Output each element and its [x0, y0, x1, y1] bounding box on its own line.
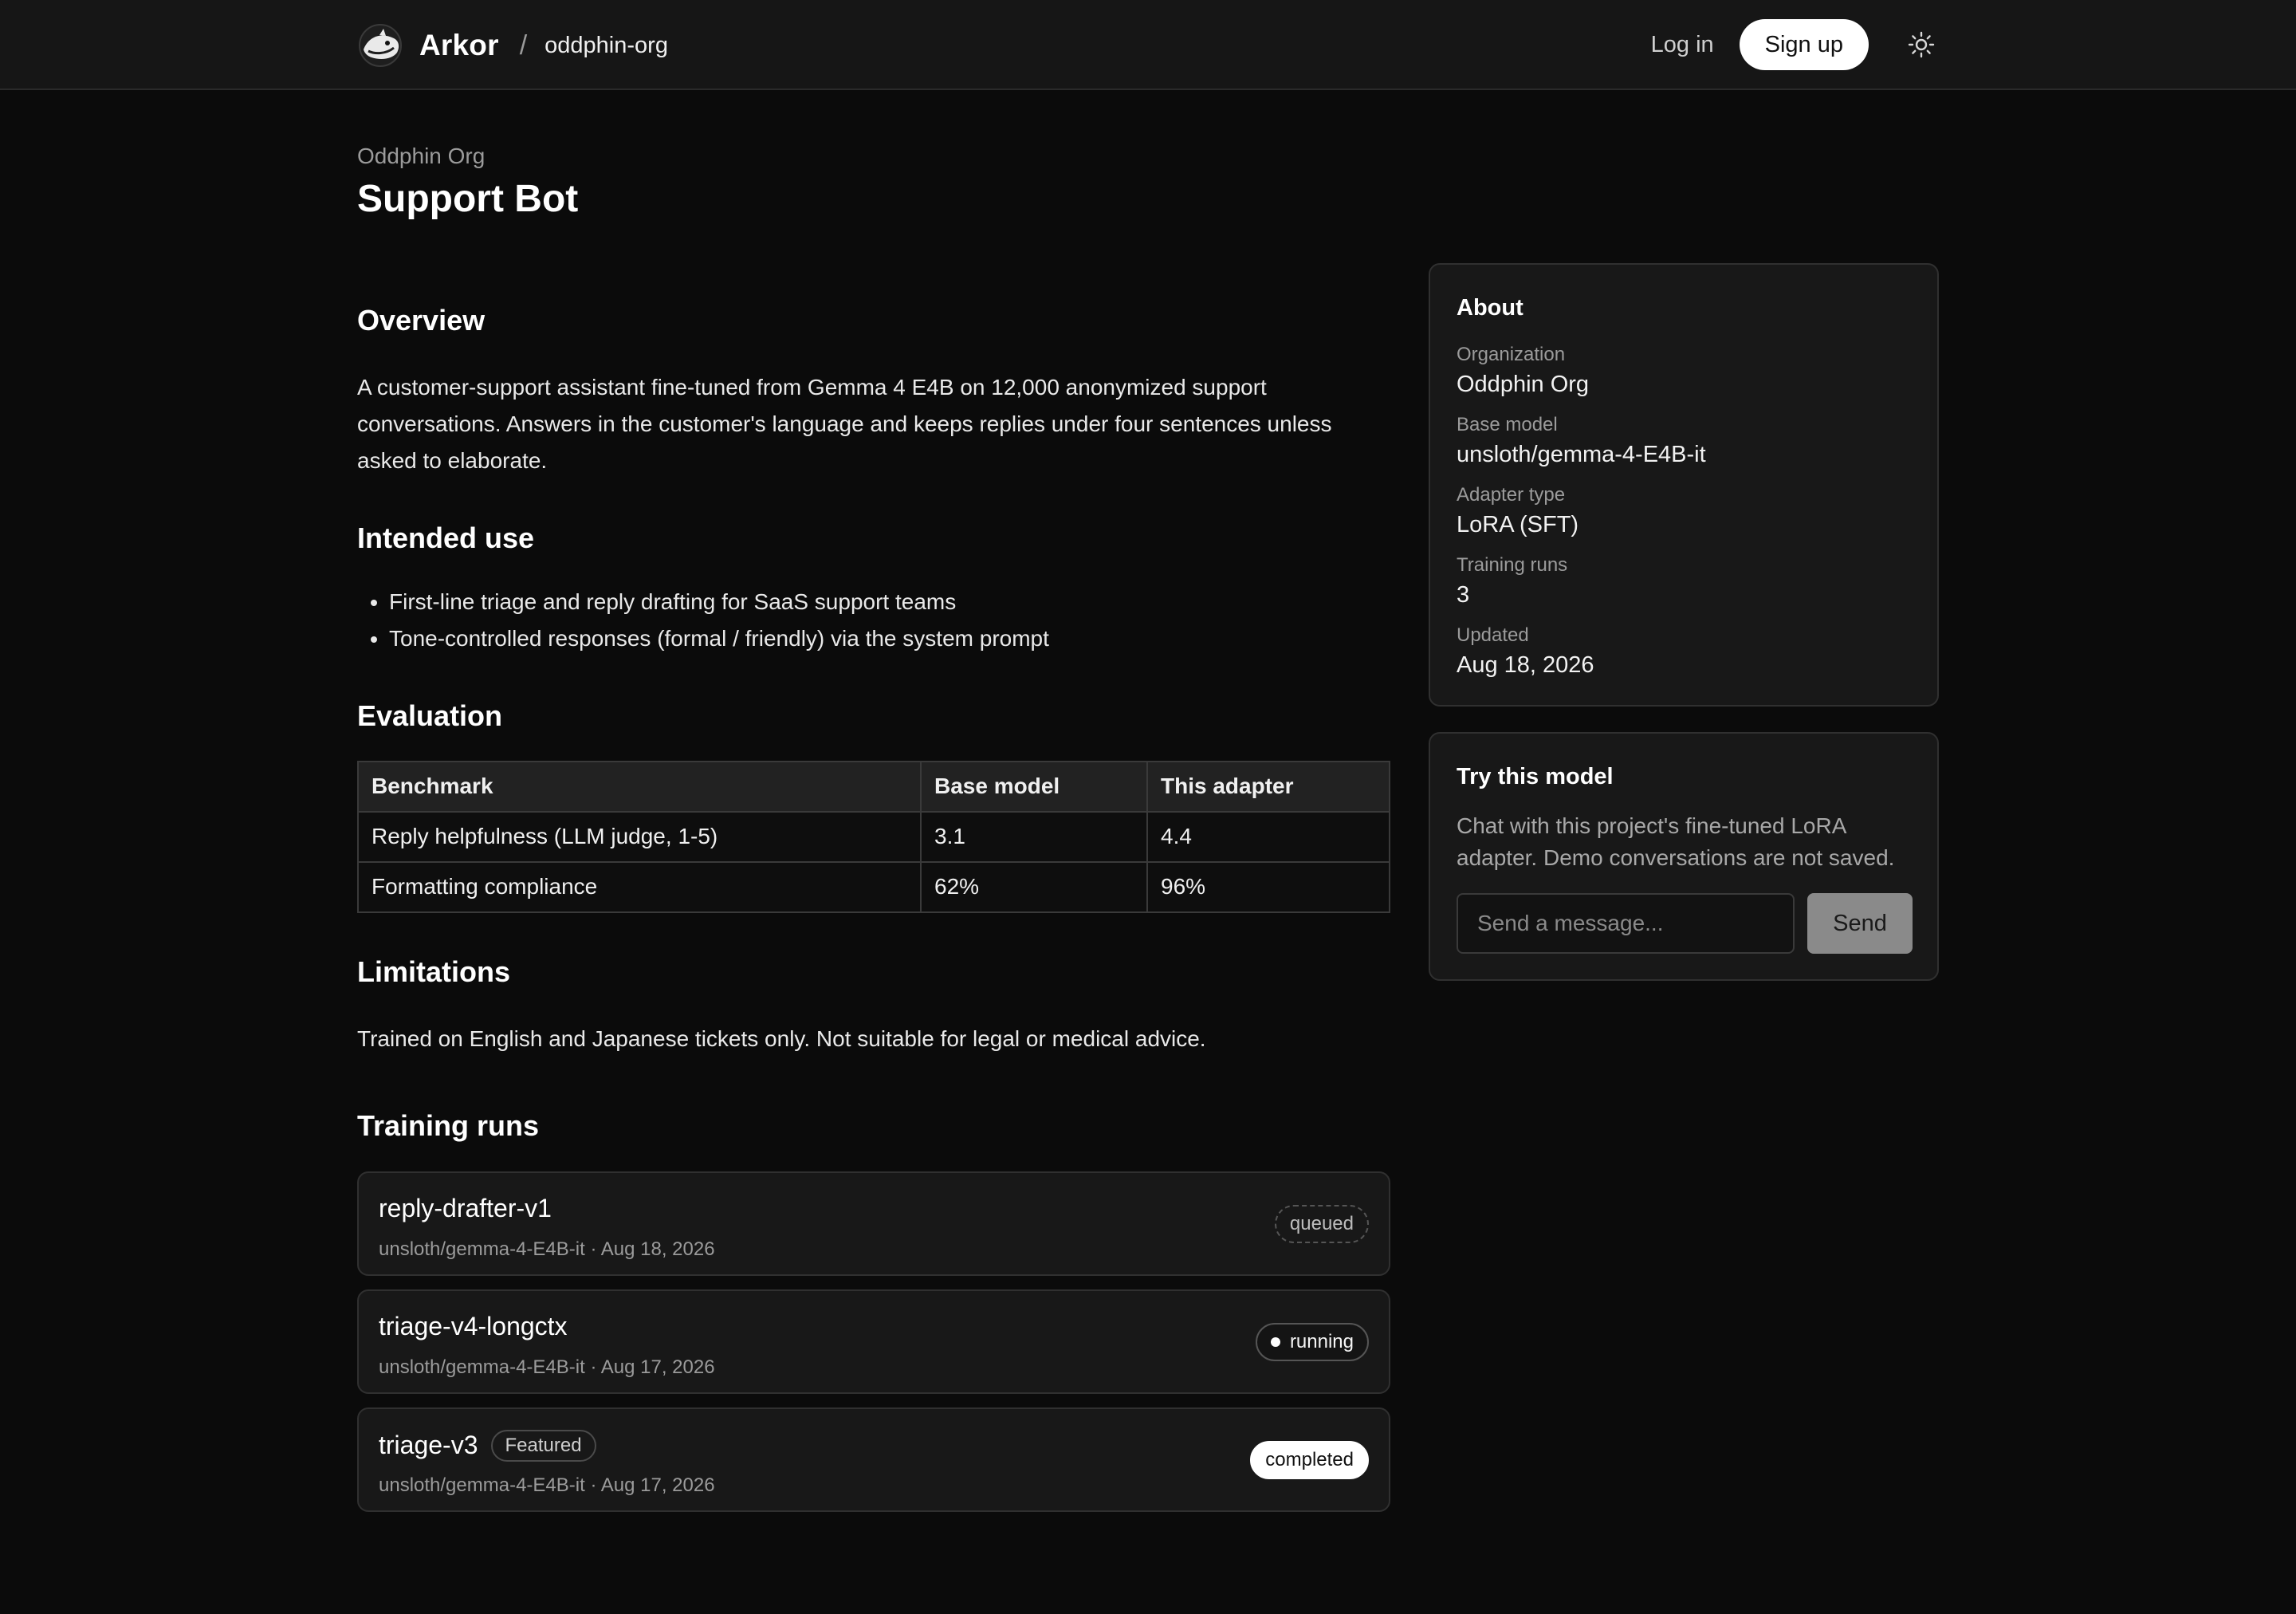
- about-value: Oddphin Org: [1457, 372, 1590, 397]
- about-label: Updated: [1457, 624, 1529, 646]
- try-model-card: Try this model Chat with this project's …: [1429, 732, 1939, 981]
- sun-icon[interactable]: [1904, 27, 1939, 62]
- chat-composer: Send: [1457, 893, 1913, 954]
- about-card: About Organization Oddphin Org Base mode…: [1429, 263, 1939, 707]
- table-row: Formatting compliance 62% 96%: [357, 860, 1390, 913]
- run-name: triage-v4-longctx: [379, 1311, 568, 1340]
- about-title: About: [1457, 295, 1523, 321]
- about-item-base-model: Base model unsloth/gemma-4-E4B-it: [1457, 413, 1706, 483]
- top-navigation-bar: Arkor / oddphin-org Log in Sign up: [0, 0, 2296, 90]
- evaluation-heading: Evaluation: [357, 699, 503, 733]
- about-value: LoRA (SFT): [1457, 512, 1579, 537]
- run-name-row: reply-drafter-v1: [379, 1194, 552, 1223]
- about-item-adapter-type: Adapter type LoRA (SFT): [1457, 483, 1706, 553]
- about-item-updated: Updated Aug 18, 2026: [1457, 624, 1706, 694]
- table-header-row: Benchmark Base model This adapter: [357, 760, 1390, 813]
- table-cell: 62%: [920, 860, 1148, 913]
- evaluation-table: Benchmark Base model This adapter Reply …: [357, 760, 1390, 913]
- run-meta: unsloth/gemma-4-E4B-it · Aug 17, 2026: [379, 1474, 715, 1496]
- about-details: Organization Oddphin Org Base model unsl…: [1457, 343, 1706, 694]
- status-label: running: [1289, 1330, 1354, 1352]
- arkor-logo-icon[interactable]: [357, 22, 403, 69]
- training-run-card[interactable]: triage-v3 Featured unsloth/gemma-4-E4B-i…: [357, 1407, 1390, 1512]
- page-org-label: Oddphin Org: [357, 144, 486, 168]
- training-run-card[interactable]: triage-v4-longctx unsloth/gemma-4-E4B-it…: [357, 1289, 1390, 1394]
- breadcrumb-separator: /: [519, 30, 528, 61]
- about-item-training-runs: Training runs 3: [1457, 553, 1706, 624]
- send-button[interactable]: Send: [1807, 893, 1913, 954]
- table-cell: Reply helpfulness (LLM judge, 1-5): [357, 810, 922, 863]
- intended-use-heading: Intended use: [357, 522, 535, 555]
- signup-button[interactable]: Sign up: [1739, 19, 1869, 70]
- overview-heading: Overview: [357, 304, 486, 337]
- run-name-row: triage-v4-longctx: [379, 1312, 568, 1341]
- column-header-this-adapter: This adapter: [1146, 760, 1390, 813]
- login-link[interactable]: Log in: [1651, 32, 1714, 58]
- table-cell: 3.1: [920, 810, 1148, 863]
- run-meta: unsloth/gemma-4-E4B-it · Aug 17, 2026: [379, 1356, 715, 1378]
- overview-text: A customer-support assistant fine-tuned …: [357, 375, 1332, 474]
- brand-name[interactable]: Arkor: [419, 29, 499, 62]
- running-dot-icon: [1270, 1336, 1280, 1347]
- try-model-title: Try this model: [1457, 764, 1614, 789]
- breadcrumb-org-link[interactable]: oddphin-org: [545, 33, 668, 59]
- limitations-text: Trained on English and Japanese tickets …: [357, 1025, 1206, 1051]
- status-badge: completed: [1250, 1440, 1369, 1479]
- status-badge: queued: [1274, 1204, 1369, 1243]
- run-meta: unsloth/gemma-4-E4B-it · Aug 18, 2026: [379, 1238, 715, 1260]
- about-label: Training runs: [1457, 554, 1568, 576]
- page-title: Support Bot: [357, 178, 579, 220]
- column-header-base-model: Base model: [920, 760, 1148, 813]
- about-label: Organization: [1457, 344, 1566, 365]
- table-cell: 96%: [1146, 860, 1390, 913]
- auth-actions: Log in Sign up: [1651, 19, 1939, 70]
- try-model-description: Chat with this project's fine-tuned LoRA…: [1457, 813, 1895, 870]
- run-name-row: triage-v3 Featured: [379, 1429, 596, 1462]
- run-name: triage-v3: [379, 1431, 478, 1460]
- limitations-heading: Limitations: [357, 955, 511, 988]
- table-cell: 4.4: [1146, 810, 1390, 863]
- about-value: 3: [1457, 582, 1470, 608]
- model-card-content: Overview A customer-support assistant fi…: [357, 303, 1390, 1525]
- about-label: Base model: [1457, 414, 1558, 435]
- run-name: reply-drafter-v1: [379, 1193, 552, 1222]
- training-run-card[interactable]: reply-drafter-v1 unsloth/gemma-4-E4B-it …: [357, 1171, 1390, 1276]
- list-item: Tone-controlled responses (formal / frie…: [389, 620, 1390, 657]
- intended-use-list: First-line triage and reply drafting for…: [357, 584, 1390, 657]
- featured-badge: Featured: [490, 1429, 596, 1462]
- training-runs-list: reply-drafter-v1 unsloth/gemma-4-E4B-it …: [357, 1171, 1390, 1512]
- about-value: Aug 18, 2026: [1457, 652, 1594, 678]
- training-runs-heading: Training runs: [357, 1108, 540, 1142]
- list-item: First-line triage and reply drafting for…: [389, 584, 1390, 620]
- table-row: Reply helpfulness (LLM judge, 1-5) 3.1 4…: [357, 810, 1390, 863]
- table-cell: Formatting compliance: [357, 860, 922, 913]
- brand-breadcrumb: Arkor / oddphin-org: [357, 22, 668, 69]
- chat-message-input[interactable]: [1457, 893, 1795, 954]
- status-badge: running: [1255, 1322, 1369, 1361]
- about-label: Adapter type: [1457, 484, 1566, 506]
- about-value: unsloth/gemma-4-E4B-it: [1457, 442, 1706, 467]
- column-header-benchmark: Benchmark: [357, 760, 922, 813]
- about-item-organization: Organization Oddphin Org: [1457, 343, 1706, 413]
